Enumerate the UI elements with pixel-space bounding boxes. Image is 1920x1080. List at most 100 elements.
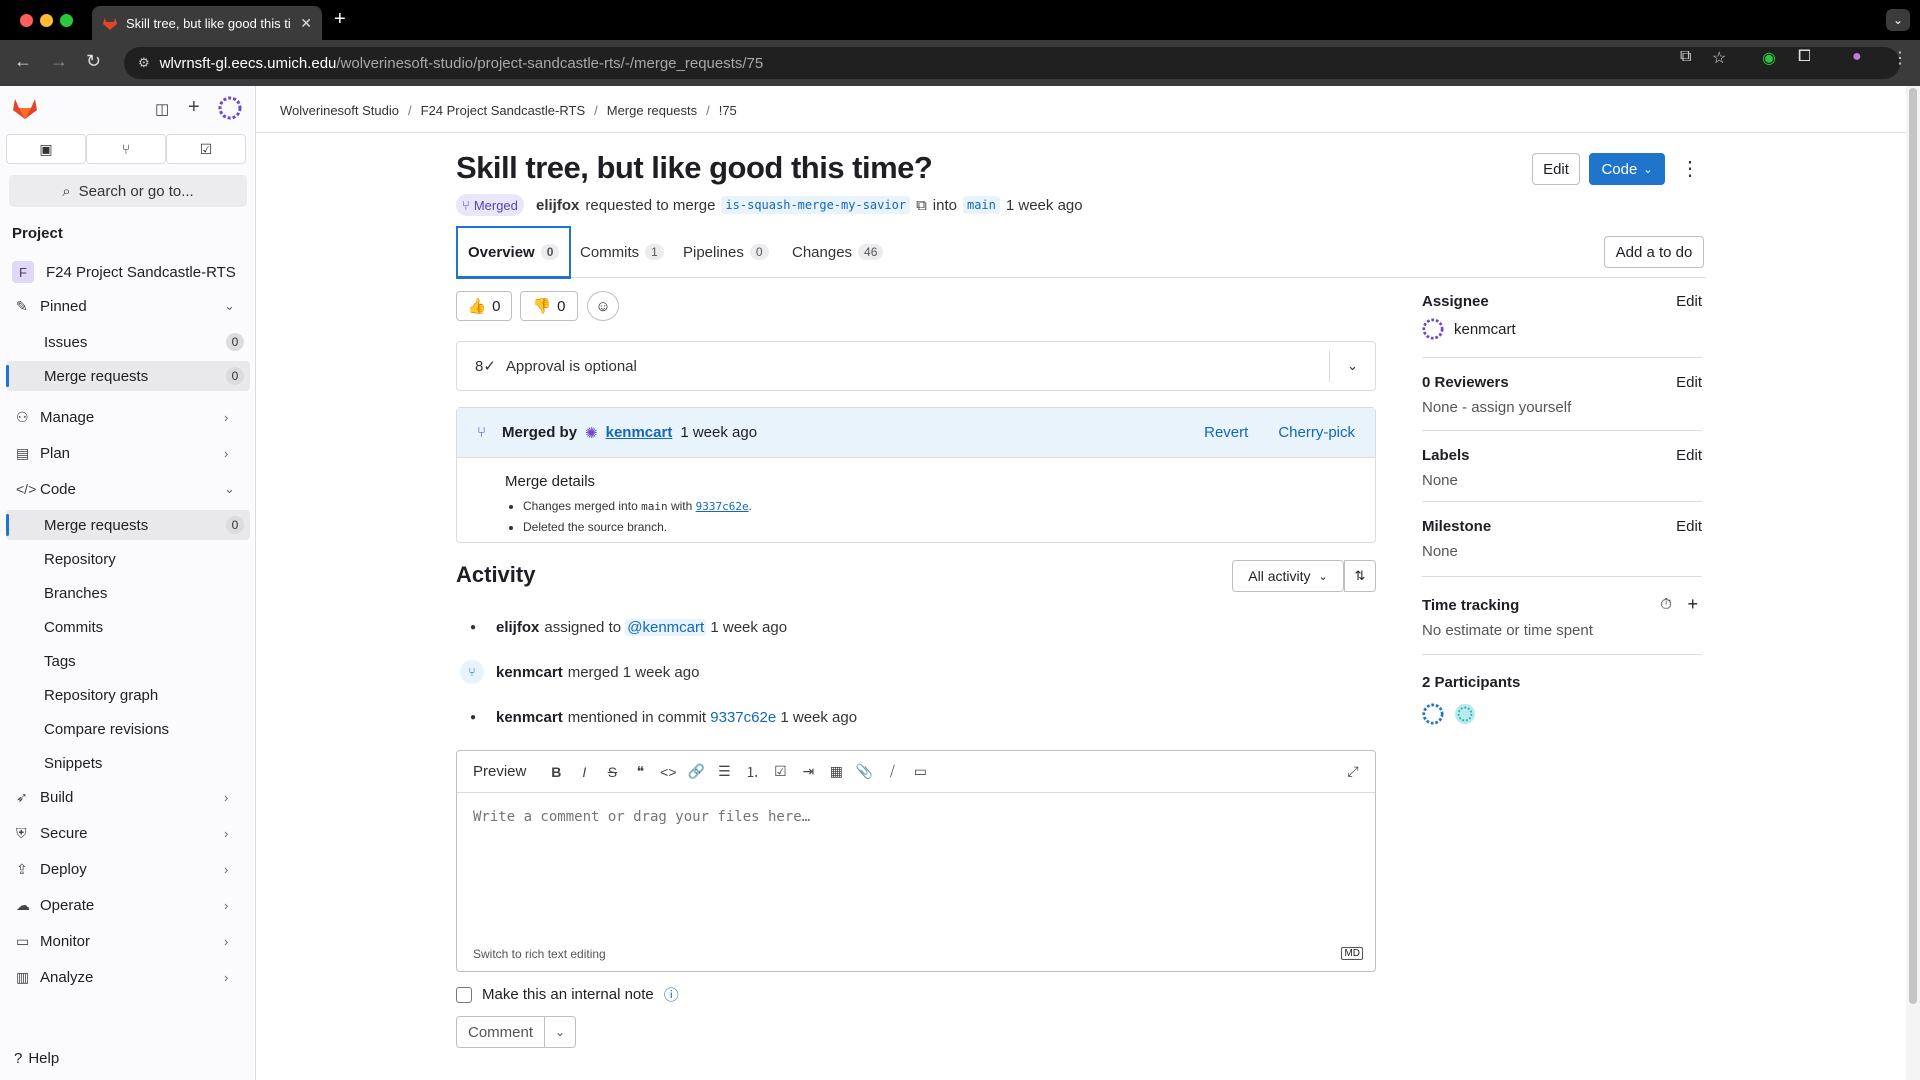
todo-items-icon[interactable]: ☑	[166, 134, 246, 164]
edit-assignee-button[interactable]: Edit	[1676, 293, 1702, 310]
browser-tab[interactable]: Skill tree, but like good this ti ✕	[92, 6, 322, 40]
preview-tab[interactable]: Preview	[473, 763, 526, 780]
breadcrumb-item[interactable]: !75	[719, 103, 737, 118]
breadcrumb-item[interactable]: Merge requests	[607, 103, 697, 118]
minimize-window-button[interactable]	[40, 14, 53, 27]
breadcrumb-item[interactable]: F24 Project Sandcastle-RTS	[421, 103, 586, 118]
reviewers-value[interactable]: None - assign yourself	[1422, 399, 1702, 416]
new-tab-icon[interactable]: +	[334, 8, 346, 31]
add-todo-button[interactable]: Add a to do	[1604, 236, 1704, 268]
user-avatar[interactable]	[218, 96, 242, 120]
close-tab-icon[interactable]: ✕	[300, 15, 312, 32]
tab-overview[interactable]: Overview 0	[456, 226, 572, 279]
sidebar-item-secure[interactable]: ⛨ Secure ›	[6, 818, 250, 848]
tab-changes[interactable]: Changes 46	[792, 226, 884, 278]
site-info-icon[interactable]: ⚙	[138, 55, 150, 71]
sidebar-item-issues[interactable]: Issues 0	[6, 327, 250, 357]
more-actions-icon[interactable]: ⋮	[1680, 156, 1700, 181]
sidebar-item-analyze[interactable]: ▥ Analyze ›	[6, 962, 250, 992]
edit-mr-button[interactable]: Edit	[1532, 153, 1580, 185]
sidebar-item-manage[interactable]: ⚇ Manage ›	[6, 402, 250, 432]
tab-search-icon[interactable]: ⌄	[1886, 9, 1910, 31]
fullscreen-icon[interactable]: ⤢	[1339, 763, 1367, 780]
sidebar-project-link[interactable]: F F24 Project Sandcastle-RTS	[6, 257, 250, 287]
sidebar-item-commits[interactable]: Commits	[6, 612, 250, 642]
edit-reviewers-button[interactable]: Edit	[1676, 374, 1702, 391]
commit-link[interactable]: 9337c62e	[696, 500, 749, 513]
sidebar-item-code[interactable]: </> Code ⌄	[6, 474, 250, 504]
merge-requests-icon[interactable]: ⑂	[86, 134, 166, 164]
activity-user[interactable]: kenmcart	[496, 709, 563, 726]
grammarly-extension-icon[interactable]: ◉	[1762, 48, 1776, 68]
numbered-list-icon[interactable]: ⒈	[738, 762, 766, 782]
task-list-icon[interactable]: ☑	[766, 763, 794, 780]
sort-order-button[interactable]: ⇅	[1344, 560, 1376, 592]
quote-icon[interactable]: ❝	[626, 763, 654, 780]
add-time-icon[interactable]: +	[1687, 594, 1698, 615]
sidebar-item-repository[interactable]: Repository	[6, 544, 250, 574]
install-app-icon[interactable]: ⧉	[1680, 48, 1691, 66]
internal-note-checkbox[interactable]	[456, 986, 472, 1003]
sidebar-item-build[interactable]: ➶ Build ›	[6, 782, 250, 812]
bookmark-star-icon[interactable]: ☆	[1712, 48, 1726, 68]
comment-textarea[interactable]	[457, 793, 1375, 931]
help-icon[interactable]: ⓘ	[664, 984, 679, 1005]
help-button[interactable]: ? Help	[14, 1050, 59, 1067]
table-icon[interactable]: ▦	[822, 763, 850, 780]
copy-icon[interactable]: ⧉	[916, 197, 927, 214]
bullet-list-icon[interactable]: ☰	[710, 763, 738, 780]
sidebar-item-tags[interactable]: Tags	[6, 646, 250, 676]
sidebar-item-monitor[interactable]: ▭ Monitor ›	[6, 926, 250, 956]
sidebar-item-deploy[interactable]: ⇪ Deploy ›	[6, 854, 250, 884]
sidebar-item-plan[interactable]: ▤ Plan ›	[6, 438, 250, 468]
activity-user[interactable]: kenmcart	[496, 664, 563, 681]
gitlab-logo-icon[interactable]	[12, 96, 38, 120]
thumbs-down-button[interactable]: 👎 0	[520, 291, 578, 321]
sidebar-item-compare-revisions[interactable]: Compare revisions	[6, 714, 250, 744]
revert-button[interactable]: Revert	[1204, 424, 1248, 441]
sidebar-item-snippets[interactable]: Snippets	[6, 748, 250, 778]
code-icon[interactable]: <>	[654, 764, 682, 780]
breadcrumb-item[interactable]: Wolverinesoft Studio	[280, 103, 399, 118]
maximize-window-button[interactable]	[60, 14, 73, 27]
create-new-icon[interactable]: +	[188, 96, 200, 119]
bold-icon[interactable]: B	[542, 764, 570, 780]
browser-menu-icon[interactable]: ⋮	[1892, 48, 1908, 68]
source-branch-link[interactable]: is-squash-merge-my-savior	[721, 196, 911, 214]
merger-link[interactable]: kenmcart	[606, 424, 673, 441]
chevron-down-icon[interactable]: ⌄	[545, 1017, 575, 1047]
close-window-button[interactable]	[20, 14, 33, 27]
url-field[interactable]: ⚙ wlvrnsft-gl.eecs.umich.edu/wolverineso…	[124, 47, 1900, 79]
strikethrough-icon[interactable]: S	[598, 764, 626, 780]
tab-commits[interactable]: Commits 1	[580, 226, 664, 278]
switch-rich-text-link[interactable]: Switch to rich text editing	[473, 947, 606, 961]
search-button[interactable]: ⌕ Search or go to...	[9, 175, 247, 207]
sidebar-item-branches[interactable]: Branches	[6, 578, 250, 608]
avatar[interactable]	[1422, 703, 1444, 725]
code-dropdown-button[interactable]: Code ⌄	[1589, 153, 1665, 185]
add-reaction-button[interactable]: ☺	[587, 291, 619, 321]
expand-chevron-icon[interactable]: ⌄	[1329, 350, 1375, 382]
quick-actions-icon[interactable]: ⧸	[878, 763, 906, 780]
author-link[interactable]: elijfox	[536, 197, 579, 214]
avatar[interactable]	[1454, 703, 1476, 725]
assignee-name[interactable]: kenmcart	[1454, 321, 1516, 338]
forward-icon[interactable]: →	[50, 51, 68, 72]
comment-button[interactable]: Comment	[457, 1017, 545, 1047]
profile-avatar-icon[interactable]: ●	[1852, 48, 1862, 66]
activity-filter-dropdown[interactable]: All activity ⌄	[1232, 560, 1344, 592]
toggle-sidebar-icon[interactable]: ◫	[155, 100, 169, 118]
attach-icon[interactable]: 📎	[850, 763, 878, 780]
target-branch-link[interactable]: main	[962, 196, 1000, 214]
reload-icon[interactable]: ↻	[86, 51, 101, 72]
stopwatch-icon[interactable]: ⏱	[1660, 596, 1672, 613]
commit-link[interactable]: 9337c62e	[710, 709, 776, 726]
sidebar-item-pinned[interactable]: ✎ Pinned ⌄	[6, 291, 250, 321]
indent-icon[interactable]: ⇥	[794, 763, 822, 780]
link-icon[interactable]: 🔗	[682, 763, 710, 780]
italic-icon[interactable]: I	[570, 764, 598, 780]
edit-milestone-button[interactable]: Edit	[1676, 518, 1702, 535]
activity-user[interactable]: elijfox	[496, 619, 539, 636]
user-mention[interactable]: @kenmcart	[625, 618, 707, 636]
sidebar-item-operate[interactable]: ☁ Operate ›	[6, 890, 250, 920]
